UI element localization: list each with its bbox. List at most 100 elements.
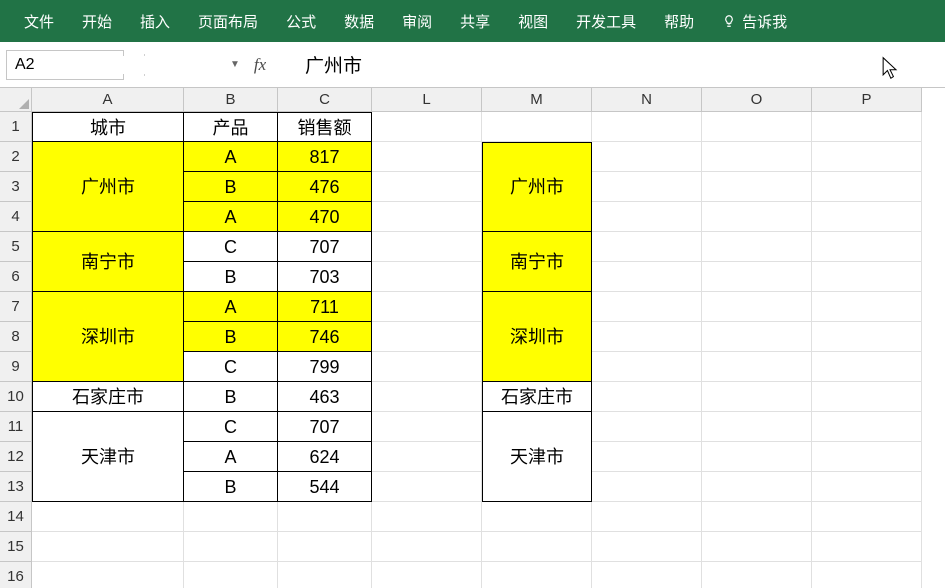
cell[interactable] [592,172,702,202]
cell[interactable] [372,202,482,232]
cell[interactable]: B [184,472,278,502]
column-header[interactable]: B [184,88,278,112]
cell[interactable]: C [184,352,278,382]
cell[interactable] [32,562,184,588]
cell[interactable]: 707 [278,412,372,442]
cell[interactable] [702,172,812,202]
cell[interactable]: 石家庄市 [482,382,592,412]
cell[interactable] [184,562,278,588]
row-header[interactable]: 12 [0,442,32,472]
cell[interactable] [812,202,922,232]
ribbon-tab[interactable]: 页面布局 [184,1,272,42]
cell[interactable] [702,352,812,382]
cell[interactable] [372,112,482,142]
cell[interactable]: B [184,382,278,412]
tell-me-tab[interactable]: 告诉我 [708,1,801,42]
row-header[interactable]: 2 [0,142,32,172]
column-header[interactable]: N [592,88,702,112]
cell[interactable] [278,532,372,562]
cell[interactable] [812,382,922,412]
cell[interactable] [482,502,592,532]
cell[interactable] [702,502,812,532]
cell[interactable]: B [184,172,278,202]
select-all-corner[interactable] [0,88,32,112]
cell[interactable] [184,502,278,532]
merged-city-cell-right[interactable]: 广州市 [482,142,592,232]
cell[interactable]: 799 [278,352,372,382]
row-header[interactable]: 6 [0,262,32,292]
cell[interactable] [812,232,922,262]
cell[interactable] [812,532,922,562]
cell[interactable] [702,202,812,232]
cell[interactable] [592,442,702,472]
column-header[interactable]: L [372,88,482,112]
cell[interactable] [592,322,702,352]
ribbon-tab[interactable]: 文件 [10,1,68,42]
cell[interactable] [702,322,812,352]
merged-city-cell-left[interactable]: 南宁市 [32,232,184,292]
cell[interactable] [278,562,372,588]
cell[interactable] [702,382,812,412]
cell[interactable] [278,502,372,532]
cell[interactable] [372,442,482,472]
cell[interactable] [372,322,482,352]
cell[interactable] [592,352,702,382]
cell[interactable]: 746 [278,322,372,352]
cell[interactable] [482,112,592,142]
cell[interactable] [372,502,482,532]
column-header[interactable]: P [812,88,922,112]
cell[interactable] [372,262,482,292]
cell[interactable] [702,472,812,502]
row-header[interactable]: 11 [0,412,32,442]
row-header[interactable]: 4 [0,202,32,232]
cell[interactable]: B [184,322,278,352]
cell-grid[interactable]: 城市产品销售额广州市广州市A817B476A470南宁市南宁市C707B703深… [32,112,922,588]
cell[interactable] [702,232,812,262]
cell[interactable] [812,412,922,442]
cell[interactable] [592,532,702,562]
ribbon-tab[interactable]: 开发工具 [562,1,650,42]
ribbon-tab[interactable]: 数据 [330,1,388,42]
ribbon-tab[interactable]: 插入 [126,1,184,42]
ribbon-tab[interactable]: 公式 [272,1,330,42]
cell[interactable] [702,562,812,588]
cell[interactable]: 817 [278,142,372,172]
cell[interactable] [812,292,922,322]
cell[interactable] [592,412,702,442]
cell[interactable] [702,112,812,142]
cell[interactable] [592,262,702,292]
cell[interactable] [372,232,482,262]
cell[interactable] [372,352,482,382]
ribbon-tab[interactable]: 视图 [504,1,562,42]
merged-city-cell-left[interactable]: 深圳市 [32,292,184,382]
column-header[interactable]: C [278,88,372,112]
cell[interactable]: 624 [278,442,372,472]
column-header[interactable]: O [702,88,812,112]
cell[interactable] [372,382,482,412]
row-header[interactable]: 10 [0,382,32,412]
cell[interactable] [592,472,702,502]
cell[interactable]: 711 [278,292,372,322]
row-header[interactable]: 13 [0,472,32,502]
ribbon-tab[interactable]: 审阅 [388,1,446,42]
cell[interactable]: 产品 [184,112,278,142]
column-header[interactable]: A [32,88,184,112]
merged-city-cell-right[interactable]: 天津市 [482,412,592,502]
column-header[interactable]: M [482,88,592,112]
cell[interactable] [812,142,922,172]
cell[interactable] [32,502,184,532]
cell[interactable] [592,502,702,532]
cell[interactable] [702,532,812,562]
cell[interactable] [592,112,702,142]
row-header[interactable]: 15 [0,532,32,562]
cell[interactable] [812,502,922,532]
cell[interactable]: 销售额 [278,112,372,142]
cell[interactable] [812,562,922,588]
cell[interactable]: B [184,262,278,292]
cell[interactable] [812,262,922,292]
cell[interactable] [32,532,184,562]
cell[interactable]: 463 [278,382,372,412]
row-header[interactable]: 9 [0,352,32,382]
cell[interactable] [372,562,482,588]
cell[interactable]: 城市 [32,112,184,142]
